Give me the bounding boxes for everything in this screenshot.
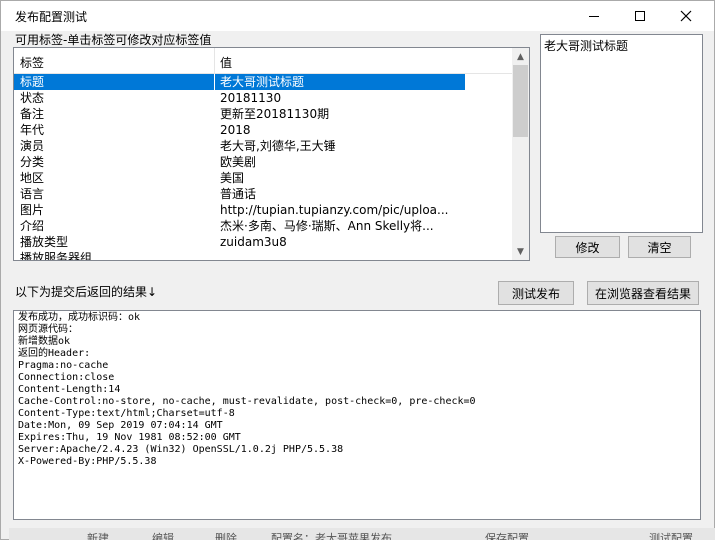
title-bar: 发布配置测试	[1, 1, 714, 31]
row-label-cell[interactable]: 介绍	[20, 218, 210, 234]
bg-save-config-button: 保存配置	[485, 532, 529, 540]
table-row[interactable]: 备注 更新至20181130期	[14, 106, 512, 122]
column-header-label[interactable]: 标签	[20, 54, 44, 71]
view-in-browser-button[interactable]: 在浏览器查看结果	[587, 281, 699, 305]
clear-button[interactable]: 清空	[628, 236, 691, 258]
label-value-editor[interactable]: 老大哥测试标题	[540, 34, 703, 233]
minimize-icon	[589, 15, 599, 17]
test-publish-button[interactable]: 测试发布	[498, 281, 574, 305]
maximize-icon	[635, 11, 645, 21]
row-label-cell[interactable]: 备注	[20, 106, 210, 122]
bg-config-name: 配置名：老大哥苹果发布	[271, 532, 392, 540]
row-value-cell[interactable]: 老大哥,刘德华,王大锤	[220, 138, 510, 154]
modify-button[interactable]: 修改	[555, 236, 620, 258]
row-label-cell[interactable]: 地区	[20, 170, 210, 186]
column-header-value[interactable]: 值	[220, 54, 232, 71]
table-row[interactable]: 语言 普通话	[14, 186, 512, 202]
scroll-down-arrow-icon[interactable]: ▼	[512, 243, 529, 260]
row-value-cell[interactable]: 杰米·多南、马修·瑞斯、Ann Skelly将...	[220, 218, 510, 234]
row-value-cell[interactable]: 普通话	[220, 186, 510, 202]
table-header: 标签 值	[14, 48, 512, 74]
table-scrollbar[interactable]: ▲ ▼	[512, 48, 529, 260]
row-value-cell[interactable]: 2018	[220, 122, 510, 138]
bg-test-config-button: 测试配置	[649, 532, 693, 540]
table-row[interactable]: 地区 美国	[14, 170, 512, 186]
row-label-cell[interactable]: 播放服务器组	[20, 250, 210, 260]
labels-table: 标签 值 标题 老大哥测试标题 状态 20181130 备注 更新至20181130期 年代…	[13, 47, 530, 261]
scroll-up-arrow-icon[interactable]: ▲	[512, 48, 529, 65]
table-row[interactable]: 状态 20181130	[14, 90, 512, 106]
row-value-cell[interactable]: 欧美剧	[220, 154, 510, 170]
row-label-cell[interactable]: 标题	[14, 74, 214, 90]
row-label-cell[interactable]: 分类	[20, 154, 210, 170]
bg-edit-button: 编辑	[152, 532, 174, 540]
row-value-cell[interactable]: 20181130	[220, 90, 510, 106]
background-window-toolbar: 新建 编辑 删除 配置名：老大哥苹果发布 保存配置 测试配置	[9, 528, 715, 540]
table-row[interactable]: 播放类型 zuidam3u8	[14, 234, 512, 250]
row-label-cell[interactable]: 演员	[20, 138, 210, 154]
result-section-caption: 以下为提交后返回的结果↓	[15, 285, 158, 299]
row-value-cell[interactable]: http://tupian.tupianzy.com/pic/uploa...	[220, 202, 510, 218]
row-label-cell[interactable]: 年代	[20, 122, 210, 138]
table-row[interactable]: 演员 老大哥,刘德华,王大锤	[14, 138, 512, 154]
table-row[interactable]: 年代 2018	[14, 122, 512, 138]
bg-new-button: 新建	[87, 532, 109, 540]
close-button[interactable]	[663, 1, 709, 31]
row-value-cell[interactable]: 老大哥测试标题	[215, 74, 465, 90]
table-row[interactable]: 标题 老大哥测试标题	[14, 74, 512, 90]
table-row[interactable]: 图片 http://tupian.tupianzy.com/pic/uploa..…	[14, 202, 512, 218]
labels-section-caption: 可用标签-单击标签可修改对应标签值	[15, 33, 212, 47]
column-divider[interactable]	[214, 48, 215, 74]
table-row[interactable]: 播放服务器组	[14, 250, 512, 260]
publish-config-test-window: 发布配置测试 可用标签-单击标签可修改对应标签值 标签 值 标题 老大哥测试标题状…	[0, 0, 715, 540]
row-value-cell[interactable]: zuidam3u8	[220, 234, 510, 250]
table-body: 标题 老大哥测试标题 状态 20181130 备注 更新至20181130期 年代 2018 演…	[14, 74, 512, 260]
row-value-cell[interactable]: 美国	[220, 170, 510, 186]
row-label-cell[interactable]: 播放类型	[20, 234, 210, 250]
row-value-cell[interactable]: 更新至20181130期	[220, 106, 510, 122]
maximize-button[interactable]	[617, 1, 663, 31]
result-output-textbox[interactable]: 发布成功，成功标识码：ok 网页源代码： 新增数据ok 返回的Header: P…	[13, 310, 701, 520]
table-row[interactable]: 分类 欧美剧	[14, 154, 512, 170]
row-label-cell[interactable]: 状态	[20, 90, 210, 106]
minimize-button[interactable]	[571, 1, 617, 31]
window-title: 发布配置测试	[15, 10, 88, 24]
table-row[interactable]: 介绍 杰米·多南、马修·瑞斯、Ann Skelly将...	[14, 218, 512, 234]
row-label-cell[interactable]: 图片	[20, 202, 210, 218]
scroll-thumb[interactable]	[513, 65, 528, 137]
row-label-cell[interactable]: 语言	[20, 186, 210, 202]
bg-delete-button: 删除	[215, 532, 237, 540]
close-icon	[680, 10, 692, 22]
